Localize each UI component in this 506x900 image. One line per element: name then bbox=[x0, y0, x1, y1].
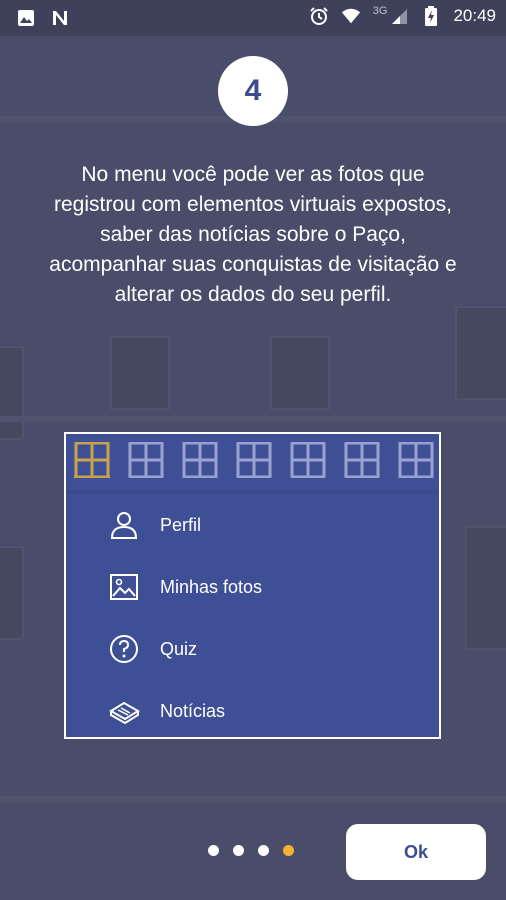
network-type-label: 3G bbox=[372, 5, 388, 17]
menu-item-label: Quiz bbox=[160, 638, 198, 659]
menu-item-label: Notícias bbox=[160, 700, 226, 721]
page-dot[interactable] bbox=[233, 845, 244, 856]
menu-item-minhas-fotos[interactable]: Minhas fotos bbox=[108, 567, 408, 607]
page-dot[interactable] bbox=[208, 845, 219, 856]
page-indicator bbox=[208, 845, 294, 856]
tutorial-description: No menu você pode ver as fotos que regis… bbox=[49, 163, 457, 306]
user-icon bbox=[108, 509, 140, 541]
wifi-icon bbox=[341, 6, 361, 26]
page-dot[interactable] bbox=[258, 845, 269, 856]
image-icon bbox=[16, 8, 36, 28]
newspaper-icon bbox=[108, 695, 140, 727]
ok-button[interactable]: Ok bbox=[346, 824, 486, 880]
photo-icon bbox=[108, 571, 140, 603]
menu-divider bbox=[66, 490, 439, 494]
window-icon bbox=[236, 441, 272, 479]
menu-item-label: Perfil bbox=[160, 514, 202, 535]
window-icon-row bbox=[74, 441, 434, 484]
menu-preview-card: Perfil Minhas fotos Quiz Notícias bbox=[64, 432, 441, 739]
n-icon bbox=[50, 8, 70, 28]
alarm-icon bbox=[309, 6, 329, 26]
battery-charging-icon bbox=[421, 6, 441, 26]
window-icon bbox=[182, 441, 218, 479]
window-icon bbox=[290, 441, 326, 479]
menu-item-quiz[interactable]: Quiz bbox=[108, 629, 408, 669]
window-icon bbox=[398, 441, 434, 479]
question-icon bbox=[108, 633, 140, 665]
window-icon bbox=[344, 441, 380, 479]
page-dot-active[interactable] bbox=[283, 845, 294, 856]
step-number-badge: 4 bbox=[218, 56, 288, 126]
menu-item-label: Minhas fotos bbox=[160, 576, 263, 597]
menu-item-perfil[interactable]: Perfil bbox=[108, 505, 408, 545]
signal-icon bbox=[389, 6, 409, 26]
clock-time: 20:49 bbox=[453, 6, 496, 25]
step-number: 4 bbox=[244, 74, 262, 107]
window-icon-active bbox=[74, 441, 110, 479]
status-bar: 3G 20:49 bbox=[0, 0, 506, 36]
menu-item-noticias[interactable]: Notícias bbox=[108, 691, 408, 731]
window-icon bbox=[128, 441, 164, 479]
